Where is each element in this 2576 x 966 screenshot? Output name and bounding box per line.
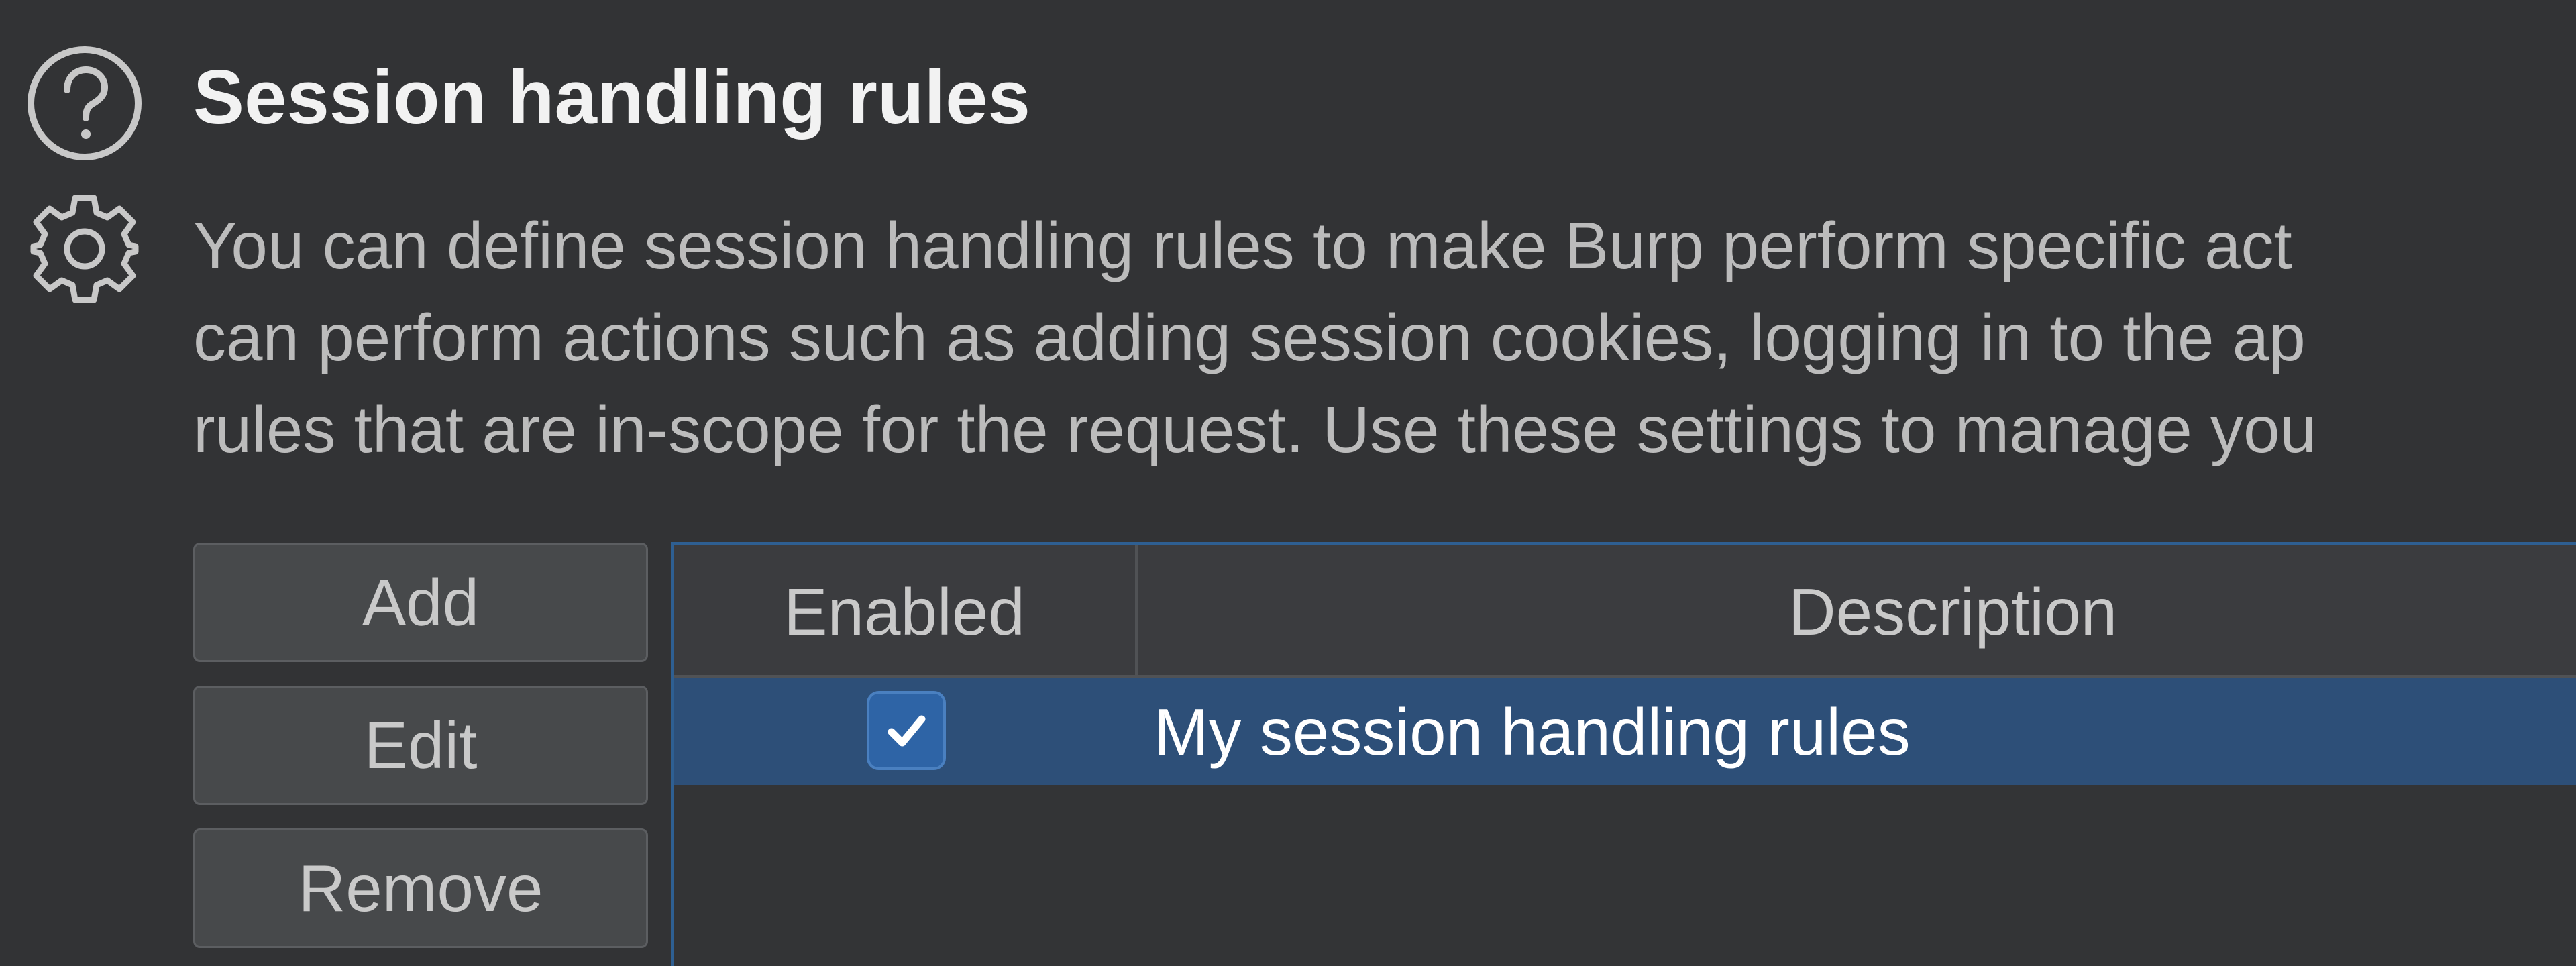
enabled-checkbox[interactable] — [867, 691, 946, 770]
section-description: You can define session handling rules to… — [193, 200, 2576, 476]
edit-button[interactable]: Edit — [193, 686, 648, 805]
help-circle-icon[interactable] — [25, 44, 144, 162]
add-button[interactable]: Add — [193, 543, 648, 662]
column-header-description[interactable]: Description — [1138, 545, 2576, 675]
description-line: rules that are in-scope for the request.… — [193, 392, 2316, 466]
rules-table[interactable]: Enabled Description My session handling … — [671, 542, 2576, 966]
table-header: Enabled Description — [674, 545, 2576, 678]
gear-icon — [25, 190, 144, 308]
session-handling-panel: Session handling rules You can define se… — [0, 0, 2576, 966]
description-line: You can define session handling rules to… — [193, 209, 2292, 282]
page-title: Session handling rules — [193, 55, 1030, 140]
description-line: can perform actions such as adding sessi… — [193, 301, 2306, 374]
rule-description-cell: My session handling rules — [1154, 695, 1911, 769]
remove-button[interactable]: Remove — [193, 828, 648, 948]
table-row[interactable]: My session handling rules — [674, 678, 2576, 785]
checkmark-icon — [888, 715, 926, 747]
column-header-enabled[interactable]: Enabled — [674, 545, 1138, 675]
